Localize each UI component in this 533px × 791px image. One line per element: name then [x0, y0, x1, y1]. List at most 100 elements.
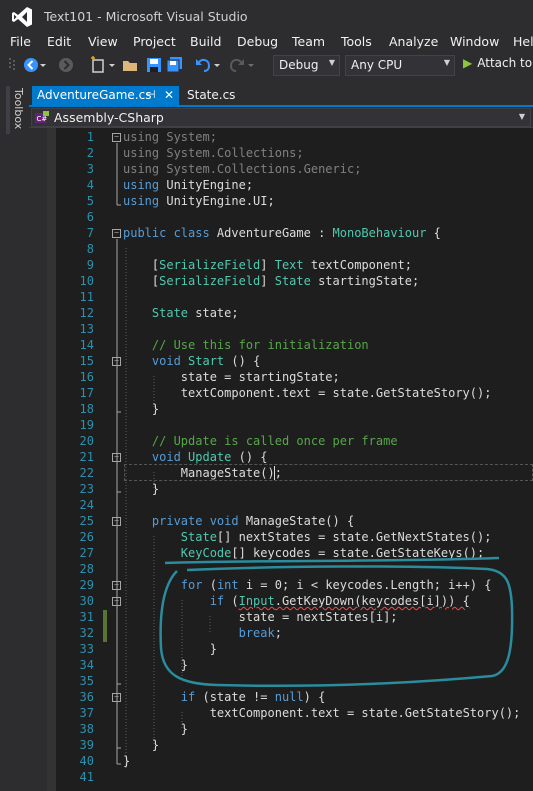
back-dropdown-icon[interactable] [38, 56, 48, 74]
code-line: 23 } [79, 482, 160, 496]
menu-debug[interactable]: Debug [237, 33, 278, 50]
code-line: 4 using UnityEngine; [86, 178, 254, 192]
svg-text:C#: C# [37, 115, 48, 123]
collapse-icon: − [112, 229, 121, 238]
solution-platform-value: Any CPU [351, 58, 403, 72]
code-line: 15− void Start () { [79, 354, 261, 368]
navigation-bar: C# Assembly-CSharp ▼ [29, 107, 533, 128]
code-line: 29− for (int i = 0; i < keycodes.Length;… [79, 578, 492, 592]
code-line: 37 textComponent.text = state.GetStateSt… [79, 706, 521, 720]
code-line: 21− void Update () { [79, 450, 268, 464]
code-line: 27 KeyCode[] keycodes = state.GetStateKe… [79, 546, 485, 560]
menu-file[interactable]: File [10, 33, 31, 50]
title-bar: Text101 - Microsoft Visual Studio [0, 0, 533, 33]
menu-analyze[interactable]: Analyze [389, 33, 438, 50]
code-line: 5 using UnityEngine.UI; [86, 194, 275, 208]
toolbar: Debug ▼ Any CPU ▼ ▶ Attach to [0, 52, 533, 78]
code-line: 28 [79, 562, 94, 576]
tab-state[interactable]: State.cs [182, 86, 242, 105]
solution-configuration-select[interactable]: Debug ▼ [273, 55, 340, 76]
code-line: 13 [79, 322, 94, 336]
code-line: 36− if (state != null) { [79, 690, 326, 704]
save-icon[interactable] [145, 56, 163, 74]
save-all-icon[interactable] [166, 56, 184, 74]
code-line: 40} [79, 754, 131, 768]
code-line: 10 [SerializeField] State startingState; [79, 274, 420, 288]
code-line: 39 } [79, 738, 160, 752]
open-folder-icon[interactable] [122, 56, 140, 74]
collapse-icon: − [112, 517, 121, 526]
undo-dropdown-icon[interactable] [212, 56, 222, 74]
tab-adventuregame[interactable]: AdventureGame.cs ⊣ ✕ [32, 86, 179, 105]
collapse-icon: − [112, 133, 121, 142]
toolbox-tab[interactable]: Toolbox [6, 86, 25, 134]
forward-icon[interactable] [57, 56, 75, 74]
code-line: 19 [79, 418, 94, 432]
redo-dropdown-icon[interactable] [246, 56, 256, 74]
menu-team[interactable]: Team [292, 33, 325, 50]
document-tabs: AdventureGame.cs ⊣ ✕ State.cs [29, 86, 533, 106]
menu-project[interactable]: Project [133, 33, 176, 50]
code-line: 31 state = nextStates[i]; [79, 610, 398, 624]
undo-icon[interactable] [194, 56, 212, 74]
close-icon[interactable]: ✕ [164, 86, 174, 104]
code-line: 33 } [79, 642, 217, 656]
project-select[interactable]: C# Assembly-CSharp ▼ [31, 108, 531, 127]
code-line: 2 using System.Collections; [86, 146, 304, 160]
code-line: 8 [86, 242, 94, 256]
collapse-icon: − [112, 597, 121, 606]
code-line: 26 State[] nextStates = state.GetNextSta… [79, 530, 492, 544]
new-dropdown-icon[interactable] [107, 56, 117, 74]
menu-bar: File Edit View Project Build Debug Team … [0, 33, 533, 52]
csharp-project-icon: C# [35, 111, 49, 123]
code-line: 20 // Update is called once per frame [79, 434, 398, 448]
tab-label: AdventureGame.cs [37, 88, 152, 102]
code-line: 1− using System; [86, 130, 217, 144]
attach-label: Attach to [477, 56, 533, 70]
chevron-down-icon: ▼ [328, 58, 335, 67]
toolbox-label: Toolbox [12, 88, 25, 130]
chevron-down-icon: ▼ [518, 112, 525, 121]
code-line: 32 break; [79, 626, 282, 640]
code-line: 3 using System.Collections.Generic; [86, 162, 362, 176]
current-line-highlight [124, 464, 533, 481]
visual-studio-logo-icon [12, 7, 32, 27]
code-line: 34 } [79, 658, 189, 672]
code-line: 16 state = startingState; [79, 370, 340, 384]
toolbar-grip-icon [9, 58, 15, 70]
collapse-icon: − [112, 693, 121, 702]
code-editor[interactable]: 1− using System; 2 using System.Collection… [47, 128, 533, 791]
collapse-icon: − [112, 581, 121, 590]
project-name: Assembly-CSharp [54, 110, 164, 125]
menu-edit[interactable]: Edit [47, 33, 71, 50]
tab-label: State.cs [187, 88, 236, 102]
menu-tools[interactable]: Tools [341, 33, 372, 50]
menu-build[interactable]: Build [190, 33, 221, 50]
code-line: 41 [79, 770, 94, 784]
menu-view[interactable]: View [88, 33, 118, 50]
redo-icon[interactable] [228, 56, 246, 74]
new-project-icon[interactable] [89, 56, 107, 74]
code-line: 18 } [79, 402, 160, 416]
collapse-icon: − [112, 357, 121, 366]
code-line: 6 [86, 210, 94, 224]
collapse-icon: − [112, 453, 121, 462]
pin-icon[interactable]: ⊣ [146, 86, 156, 104]
code-line: 14 // Use this for initialization [79, 338, 369, 352]
menu-help[interactable]: Hel [513, 33, 533, 50]
code-line: 24 [79, 498, 94, 512]
chevron-down-icon: ▼ [443, 58, 450, 67]
play-icon: ▶ [463, 56, 473, 70]
side-dock [0, 80, 29, 791]
code-line: 35 [79, 674, 94, 688]
code-line: 38 } [79, 722, 189, 736]
code-line: 17 textComponent.text = state.GetStateSt… [79, 386, 492, 400]
attach-button[interactable]: ▶ Attach to [463, 56, 532, 70]
code-line: 9 [SerializeField] Text textComponent; [86, 258, 413, 272]
menu-window[interactable]: Window [450, 33, 499, 50]
text-caret [274, 466, 275, 480]
solution-platform-select[interactable]: Any CPU ▼ [345, 55, 455, 76]
code-line: 30− if (Input.GetKeyDown(keycodes[i])) { [79, 594, 470, 608]
code-line: 25− private void ManageState() { [79, 514, 355, 528]
window-title: Text101 - Microsoft Visual Studio [44, 9, 248, 24]
